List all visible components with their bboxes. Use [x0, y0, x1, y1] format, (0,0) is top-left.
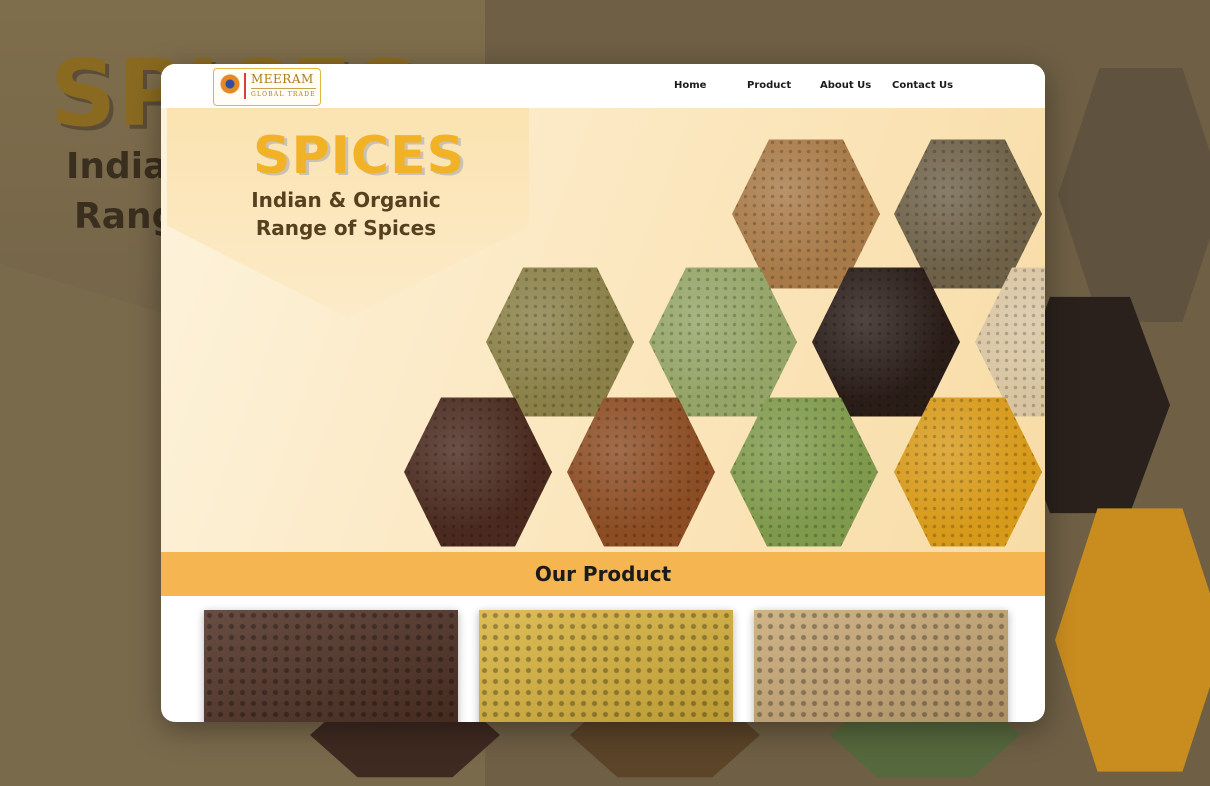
website-window: MEERAM GLOBAL TRADE Home Product About U…: [161, 64, 1045, 722]
backdrop-turmeric-hex: [1055, 508, 1210, 772]
cinnamon-hex: [567, 397, 715, 547]
cloves-hex: [404, 397, 552, 547]
logo-name: MEERAM: [251, 72, 314, 86]
backdrop-cumin-hex: [1058, 68, 1210, 322]
nav-home[interactable]: Home: [674, 80, 706, 91]
logo-divider: [244, 73, 246, 99]
site-logo[interactable]: MEERAM GLOBAL TRADE: [213, 68, 321, 106]
hero-subtitle-line1: Indian & Organic: [251, 188, 441, 212]
logo-tagline: GLOBAL TRADE: [251, 88, 316, 98]
turmeric-hex: [894, 397, 1042, 547]
product-cloves[interactable]: [204, 610, 458, 722]
hero-title: SPICES: [253, 126, 466, 186]
nav-about-us[interactable]: About Us: [820, 80, 871, 91]
nav-contact-us[interactable]: Contact Us: [892, 80, 953, 91]
fennel-hex: [649, 267, 797, 417]
our-product-bar: Our Product: [161, 552, 1045, 596]
fenugreek-hex: [732, 139, 880, 289]
ginger-hex: [975, 267, 1045, 417]
cardamom-hex: [730, 397, 878, 547]
hero-banner: SPICES Indian & Organic Range of Spices: [161, 108, 1045, 552]
nav-product[interactable]: Product: [747, 80, 791, 91]
hero-subtitle-line2: Range of Spices: [255, 216, 437, 240]
coriander-hex: [486, 267, 634, 417]
site-header: MEERAM GLOBAL TRADE Home Product About U…: [161, 64, 1045, 108]
location-pin-icon: [220, 74, 240, 99]
cumin-hex: [894, 139, 1042, 289]
product-almonds[interactable]: [754, 610, 1008, 722]
section-title: Our Product: [534, 562, 672, 586]
product-mangoes[interactable]: [479, 610, 733, 722]
black-pepper-hex: [812, 267, 960, 417]
